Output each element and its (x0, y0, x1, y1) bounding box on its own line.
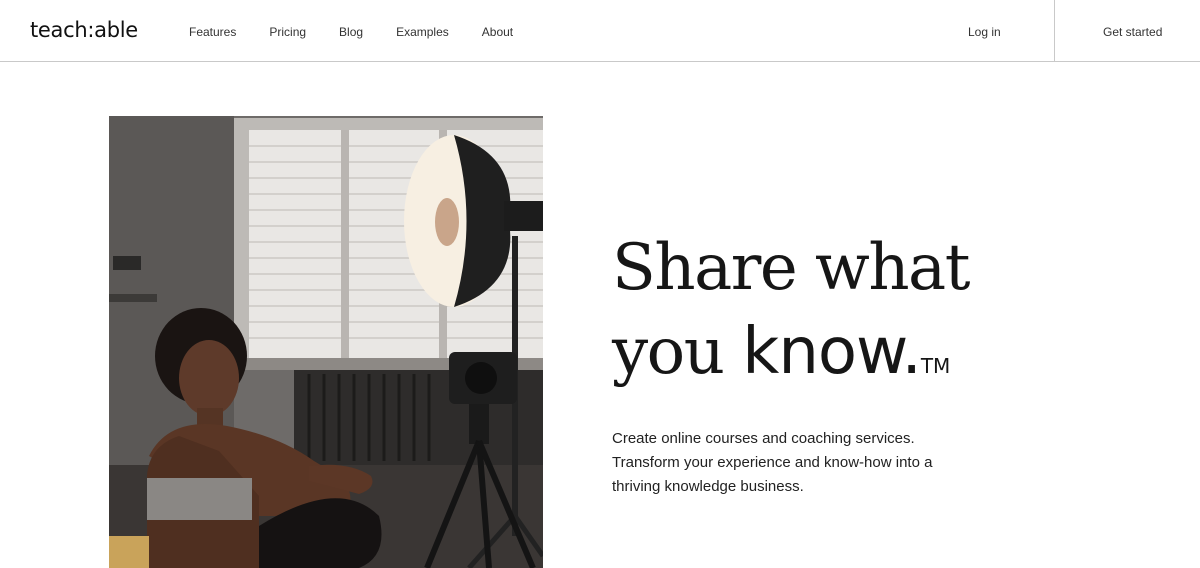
headline-know: know. (742, 315, 922, 389)
nav-link-features[interactable]: Features (189, 25, 236, 39)
hero-description: Create online courses and coaching servi… (612, 427, 1032, 499)
hero-description-line2: Transform your experience and know-how i… (612, 454, 933, 471)
nav-link-about[interactable]: About (482, 25, 513, 39)
get-started-button[interactable]: Get started (1103, 25, 1162, 39)
nav-link-examples[interactable]: Examples (396, 25, 449, 39)
nav-divider (1054, 0, 1055, 62)
top-navigation: teach:able Features Pricing Blog Example… (0, 0, 1200, 62)
login-link[interactable]: Log in (968, 25, 1001, 39)
headline-you: you (612, 315, 743, 389)
hero-headline: Share what you know.TM (612, 226, 1132, 394)
nav-link-blog[interactable]: Blog (339, 25, 363, 39)
hero-image (109, 116, 543, 568)
nav-links: Features Pricing Blog Examples About (189, 25, 546, 39)
trademark-symbol: TM (920, 354, 951, 378)
hero-description-line3: thriving knowledge business. (612, 478, 804, 495)
teachable-logo[interactable]: teach:able (30, 18, 138, 42)
headline-line1: Share what (612, 231, 970, 305)
nav-link-pricing[interactable]: Pricing (269, 25, 306, 39)
hero-description-line1: Create online courses and coaching servi… (612, 430, 915, 447)
